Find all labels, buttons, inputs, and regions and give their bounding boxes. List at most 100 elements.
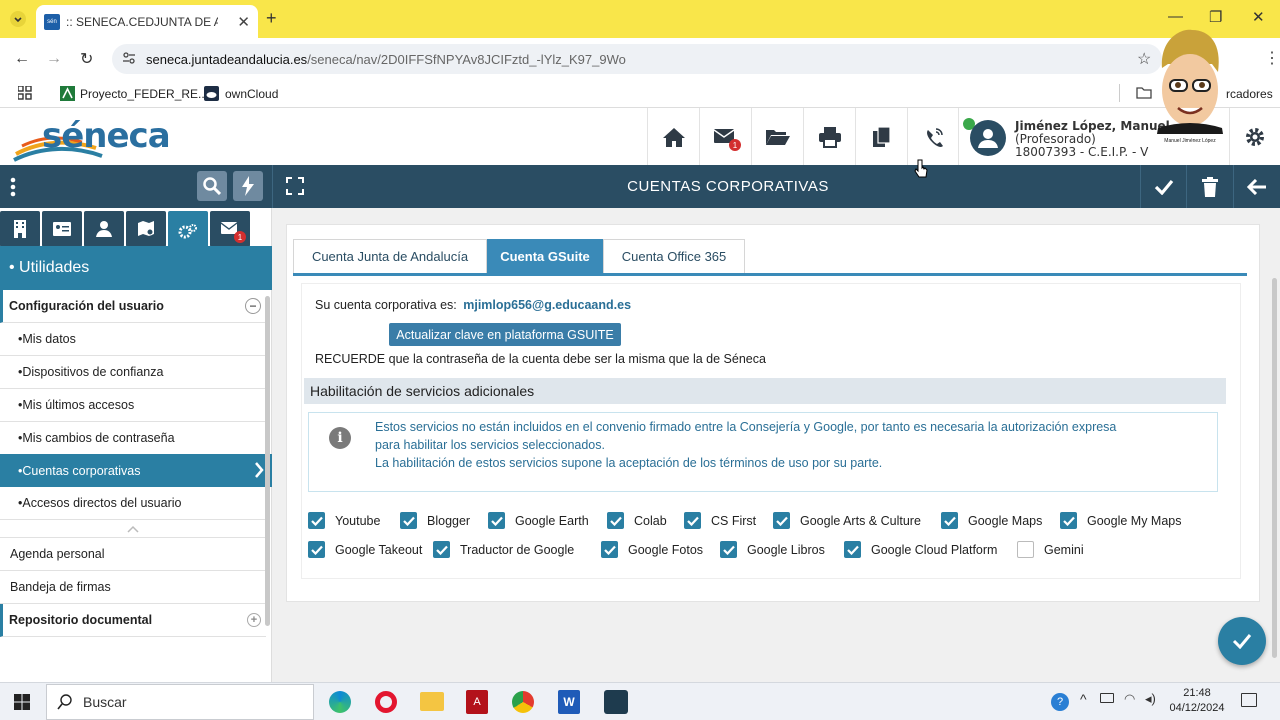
volume-icon[interactable]: ◂) [1145,691,1156,707]
service-option[interactable]: Google Cloud Platform [844,541,997,558]
map-settings-icon[interactable] [126,211,166,247]
reload-icon[interactable]: ↻ [80,49,93,69]
restore-icon[interactable]: ❐ [1209,8,1222,26]
checkbox-checked[interactable] [941,512,958,529]
word-icon[interactable]: W [558,690,580,714]
checkbox-checked[interactable] [1060,512,1077,529]
bookmark-star-icon[interactable]: ☆ [1137,49,1151,69]
sidebar-item-mis-datos[interactable]: •Mis datos [0,323,266,356]
folder-icon[interactable] [1136,86,1152,99]
service-option[interactable]: Google Fotos [601,541,703,558]
checkbox-checked[interactable] [720,541,737,558]
service-option[interactable]: CS First [684,512,756,529]
sidebar-item-cuentas-corporativas[interactable]: •Cuentas corporativas [0,454,272,487]
teacher-icon[interactable] [84,211,124,247]
group-repositorio[interactable]: Repositorio documental + [0,604,266,637]
sidebar-item-ultimos-accesos[interactable]: •Mis últimos accesos [0,389,266,422]
service-option[interactable]: Google Takeout [308,541,422,558]
expand-plus-icon[interactable]: + [247,613,261,627]
service-option[interactable]: Google Maps [941,512,1042,529]
checkbox-checked[interactable] [684,512,701,529]
search-icon[interactable] [197,171,227,201]
clock[interactable]: 21:48 04/12/2024 [1168,686,1226,716]
building-icon[interactable] [0,211,40,247]
sidebar-item-agenda[interactable]: Agenda personal [0,538,266,571]
help-icon[interactable]: ? [1051,693,1069,711]
home-icon[interactable] [647,108,699,165]
checkbox-checked[interactable] [308,541,325,558]
service-option[interactable]: Google Arts & Culture [773,512,921,529]
service-option[interactable]: Google My Maps [1060,512,1181,529]
apps-grid-icon[interactable] [18,86,32,100]
wifi-icon[interactable]: ◠ [1124,691,1135,707]
bookmark-owncloud[interactable]: ownCloud [204,86,278,101]
battery-icon[interactable] [1100,693,1114,703]
bookmark-proyecto-feder[interactable]: Proyecto_FEDER_RE... [60,86,208,101]
checkbox-checked[interactable] [844,541,861,558]
trash-icon[interactable] [1186,165,1232,208]
tab-cuenta-junta[interactable]: Cuenta Junta de Andalucía [293,239,487,273]
windows-start-icon[interactable] [14,694,30,710]
forward-icon[interactable]: → [46,50,62,68]
update-gsuite-button[interactable]: Actualizar clave en plataforma GSUITE [389,323,621,346]
group-config-usuario[interactable]: Configuración del usuario − [0,290,266,323]
sidebar-scrollbar[interactable] [265,296,270,626]
service-option[interactable]: Gemini [1017,541,1084,558]
print-icon[interactable] [803,108,855,165]
id-card-icon[interactable] [42,211,82,247]
lightning-icon[interactable] [233,171,263,201]
checkbox-checked[interactable] [607,512,624,529]
service-option[interactable]: Colab [607,512,667,529]
new-tab-icon[interactable]: + [266,8,277,29]
more-vertical-icon[interactable] [10,177,16,197]
checkbox-checked[interactable] [773,512,790,529]
content-scrollbar[interactable] [1272,278,1277,658]
service-option[interactable]: Google Libros [720,541,825,558]
checkbox-checked[interactable] [601,541,618,558]
messages-icon[interactable]: 1 [210,211,250,247]
browser-menu-icon[interactable]: ⋮ [1264,48,1280,68]
browser-tab[interactable]: sén :: SENECA.CEDJUNTA DE ANDALUCIA ✕ [36,5,258,38]
checkbox-checked[interactable] [488,512,505,529]
back-arrow-icon[interactable] [1233,165,1280,208]
mail-icon[interactable]: 1 [699,108,751,165]
service-option[interactable]: Traductor de Google [433,541,574,558]
copy-icon[interactable] [855,108,907,165]
collapse-up-icon[interactable] [0,520,266,538]
tab-cuenta-office365[interactable]: Cuenta Office 365 [603,239,745,273]
tab-cuenta-gsuite[interactable]: Cuenta GSuite [487,239,603,273]
checkbox-unchecked[interactable] [1017,541,1034,558]
sidebar-item-dispositivos[interactable]: •Dispositivos de confianza [0,356,266,389]
app-icon[interactable] [604,690,628,714]
checkbox-checked[interactable] [400,512,417,529]
service-option[interactable]: Blogger [400,512,470,529]
close-window-icon[interactable]: ✕ [1252,8,1265,26]
chrome-icon[interactable] [512,691,534,713]
user-info[interactable]: Jiménez López, Manuel (Profesorado) 1800… [1015,120,1170,159]
close-tab-icon[interactable]: ✕ [237,13,250,31]
checkbox-checked[interactable] [308,512,325,529]
edge-icon[interactable] [329,691,351,713]
collapse-minus-icon[interactable]: − [245,298,261,314]
all-bookmarks-label[interactable]: rcadores [1226,87,1273,101]
utilities-gears-icon[interactable] [168,211,208,251]
checkbox-checked[interactable] [433,541,450,558]
sidebar-item-accesos-directos[interactable]: •Accesos directos del usuario [0,487,266,520]
chevron-up-icon[interactable]: ^ [1080,691,1087,707]
minimize-icon[interactable]: — [1168,8,1183,25]
folder-open-icon[interactable] [751,108,803,165]
site-info-icon[interactable] [122,51,136,65]
settings-gear-icon[interactable] [1229,108,1280,165]
confirm-check-icon[interactable] [1140,165,1186,208]
tab-search-icon[interactable] [10,11,26,27]
notifications-icon[interactable] [1241,693,1257,707]
url-input[interactable]: seneca.juntadeandalucia.es/seneca/nav/2D… [112,44,1162,74]
user-avatar-icon[interactable] [970,120,1006,156]
file-explorer-icon[interactable] [420,692,444,711]
sidebar-item-cambios-contrasena[interactable]: •Mis cambios de contraseña [0,422,266,455]
opera-icon[interactable] [375,691,397,713]
service-option[interactable]: Youtube [308,512,380,529]
taskbar-search-input[interactable]: Buscar [46,684,314,720]
phone-icon[interactable] [907,108,959,165]
fab-confirm-button[interactable] [1218,617,1266,665]
